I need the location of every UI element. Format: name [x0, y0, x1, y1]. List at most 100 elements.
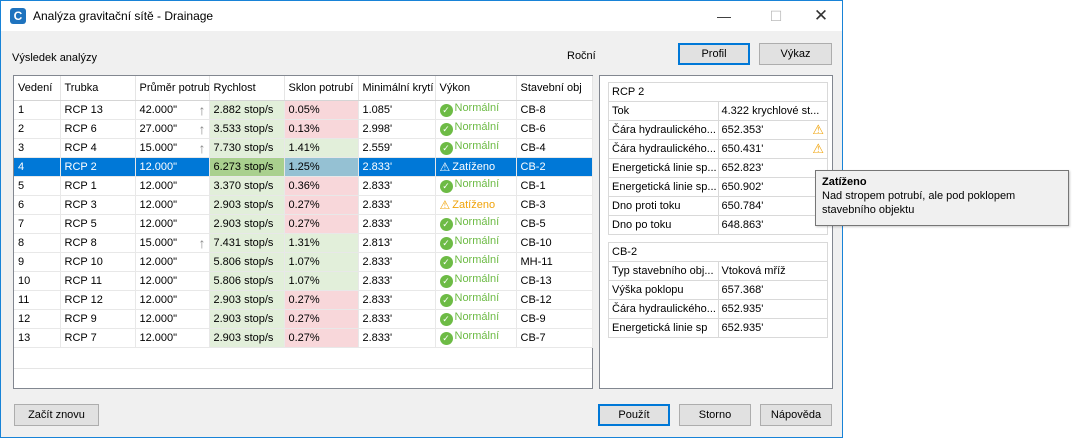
performance-text: Normální	[454, 254, 500, 266]
table-row[interactable]: 3 RCP 4 15.000" ↑ 7.730 stop/s 1.41% 2.559' ✓ No…	[14, 138, 593, 158]
cell-min-cover: 2.833'	[358, 157, 436, 177]
cell-structure: CB-9	[516, 309, 593, 329]
cell-performance: ✓ Normální	[435, 100, 517, 120]
table-row[interactable]: 10 RCP 11 12.000" 5.806 stop/s 1.07% 2.833' ✓ N…	[14, 271, 593, 291]
restart-button[interactable]: Začít znovu	[14, 404, 99, 426]
cell-slope: 0.27%	[284, 309, 359, 329]
cell-performance: ✓ Normální	[435, 309, 517, 329]
cell-slope: 1.07%	[284, 271, 359, 291]
cell-pipe: RCP 4	[60, 138, 136, 158]
property-row[interactable]: Dno po toku 648.863'	[608, 215, 828, 235]
cancel-button[interactable]: Storno	[679, 404, 751, 426]
property-value: Vtoková mříž	[717, 261, 828, 281]
cell-diameter: 12.000"	[135, 195, 210, 215]
window-title: Analýza gravitační sítě - Drainage	[33, 9, 214, 23]
diameter-value: 42.000"	[139, 103, 178, 116]
cell-structure: CB-8	[516, 100, 593, 120]
property-row[interactable]: Energetická linie sp... 650.902'	[608, 177, 828, 197]
cell-pipe: RCP 5	[60, 214, 136, 234]
table-row[interactable]: 9 RCP 10 12.000" 5.806 stop/s 1.07% 2.833' ✓ No…	[14, 252, 593, 272]
table-row[interactable]: 12 RCP 9 12.000" 2.903 stop/s 0.27% 2.833' ✓ No…	[14, 309, 593, 329]
performance-text: Normální	[454, 140, 500, 152]
apply-button[interactable]: Použít	[598, 404, 670, 426]
property-row[interactable]: Energetická linie sp 652.935'	[608, 318, 828, 338]
table-row[interactable]: 2 RCP 6 27.000" ↑ 3.533 stop/s 0.13% 2.998' ✓ No…	[14, 119, 593, 139]
property-key: Dno proti toku	[608, 196, 719, 216]
cell-min-cover: 2.833'	[358, 252, 436, 272]
warning-icon: ⚠	[439, 197, 451, 212]
property-value-text: 652.353'	[721, 124, 764, 136]
cell-performance: ✓ Normální	[435, 328, 517, 348]
property-row[interactable]: Dno proti toku 650.784'	[608, 196, 828, 216]
col-header-pipe[interactable]: Trubka	[60, 76, 136, 101]
property-value-text: 650.902'	[721, 181, 764, 193]
col-header-performance[interactable]: Výkon	[435, 76, 517, 101]
diameter-value: 12.000"	[139, 198, 178, 211]
performance-text: Normální	[454, 273, 500, 285]
property-value: 648.863'	[717, 215, 828, 235]
ok-check-icon: ✓	[439, 332, 453, 345]
tooltip-line-1: Nad stropem potrubí, ale pod poklopem	[822, 190, 1016, 202]
table-row[interactable]: 6 RCP 3 12.000" 2.903 stop/s 0.27% 2.833' ⚠ Zat…	[14, 195, 593, 215]
cell-pipe: RCP 12	[60, 290, 136, 310]
property-value: 650.784'	[717, 196, 828, 216]
arrow-up-icon: ↑	[198, 234, 206, 251]
property-row[interactable]: Čára hydraulického... 650.431' ⚠	[608, 139, 828, 159]
cell-performance: ✓ Normální	[435, 271, 517, 291]
property-key: Energetická linie sp	[608, 318, 719, 338]
table-row[interactable]: 13 RCP 7 12.000" 2.903 stop/s 0.27% 2.833' ✓ No…	[14, 328, 593, 348]
close-button[interactable]: ✕	[798, 1, 844, 31]
tooltip-line-2: stavebního objektu	[822, 204, 915, 216]
cell-velocity: 3.533 stop/s	[209, 119, 285, 139]
arrow-up-icon: ↑	[198, 101, 206, 118]
results-grid[interactable]: Vedení Trubka Průměr potrubí Rychlost Sk…	[13, 75, 593, 389]
property-row[interactable]: Energetická linie sp... 652.823'	[608, 158, 828, 178]
horizontal-scrollbar[interactable]	[14, 368, 592, 388]
performance-text: Normální	[454, 235, 500, 247]
cell-pipe: RCP 9	[60, 309, 136, 329]
property-row[interactable]: Čára hydraulického... 652.935'	[608, 299, 828, 319]
performance-text: Normální	[454, 311, 500, 323]
table-row[interactable]: 4 RCP 2 12.000" 6.273 stop/s 1.25% 2.833' ⚠ Zat…	[14, 157, 593, 177]
col-header-slope[interactable]: Sklon potrubí	[284, 76, 359, 101]
cell-diameter: 27.000" ↑	[135, 119, 210, 139]
col-header-structure[interactable]: Stavební obj	[516, 76, 593, 101]
diameter-value: 12.000"	[139, 160, 178, 173]
cell-diameter: 12.000"	[135, 309, 210, 329]
col-header-lead[interactable]: Vedení	[14, 76, 61, 101]
table-row[interactable]: 8 RCP 8 15.000" ↑ 7.431 stop/s 1.31% 2.813' ✓ No…	[14, 233, 593, 253]
cell-diameter: 12.000"	[135, 328, 210, 348]
property-value: 652.935'	[717, 299, 828, 319]
col-header-diameter[interactable]: Průměr potrubí	[135, 76, 210, 101]
grid-header-row: Vedení Trubka Průměr potrubí Rychlost Sk…	[14, 76, 593, 101]
property-row[interactable]: Čára hydraulického... 652.353' ⚠	[608, 120, 828, 140]
property-row[interactable]: Tok 4.322 krychlové st...	[608, 101, 828, 121]
report-button[interactable]: Výkaz	[759, 43, 832, 65]
help-button[interactable]: Nápověda	[760, 404, 832, 426]
warning-icon: ⚠	[439, 159, 451, 174]
title-bar[interactable]: C Analýza gravitační sítě - Drainage — ☐…	[1, 1, 842, 31]
table-row[interactable]: 1 RCP 13 42.000" ↑ 2.882 stop/s 0.05% 1.085' ✓ N…	[14, 100, 593, 120]
property-value-text: 650.784'	[721, 200, 764, 212]
col-header-velocity[interactable]: Rychlost	[209, 76, 285, 101]
profile-button[interactable]: Profil	[678, 43, 750, 65]
property-key: Čára hydraulického...	[608, 299, 719, 319]
table-row[interactable]: 5 RCP 1 12.000" 3.370 stop/s 0.36% 2.833' ✓ Nor…	[14, 176, 593, 196]
diameter-value: 12.000"	[139, 255, 178, 268]
cell-velocity: 5.806 stop/s	[209, 271, 285, 291]
table-row[interactable]: 7 RCP 5 12.000" 2.903 stop/s 0.27% 2.833' ✓ Nor…	[14, 214, 593, 234]
cell-slope: 0.36%	[284, 176, 359, 196]
cell-performance: ✓ Normální	[435, 119, 517, 139]
diameter-value: 12.000"	[139, 217, 178, 230]
table-row[interactable]: 11 RCP 12 12.000" 2.903 stop/s 0.27% 2.833' ✓ N…	[14, 290, 593, 310]
ok-check-icon: ✓	[439, 104, 453, 117]
cell-min-cover: 2.998'	[358, 119, 436, 139]
cell-diameter: 12.000"	[135, 271, 210, 291]
minimize-button[interactable]: —	[701, 1, 747, 31]
col-header-min-cover[interactable]: Minimální krytí	[358, 76, 436, 101]
cell-velocity: 2.882 stop/s	[209, 100, 285, 120]
ok-check-icon: ✓	[439, 294, 453, 307]
property-row[interactable]: Výška poklopu 657.368'	[608, 280, 828, 300]
property-row[interactable]: Typ stavebního obj... Vtoková mříž	[608, 261, 828, 281]
cell-performance: ✓ Normální	[435, 252, 517, 272]
